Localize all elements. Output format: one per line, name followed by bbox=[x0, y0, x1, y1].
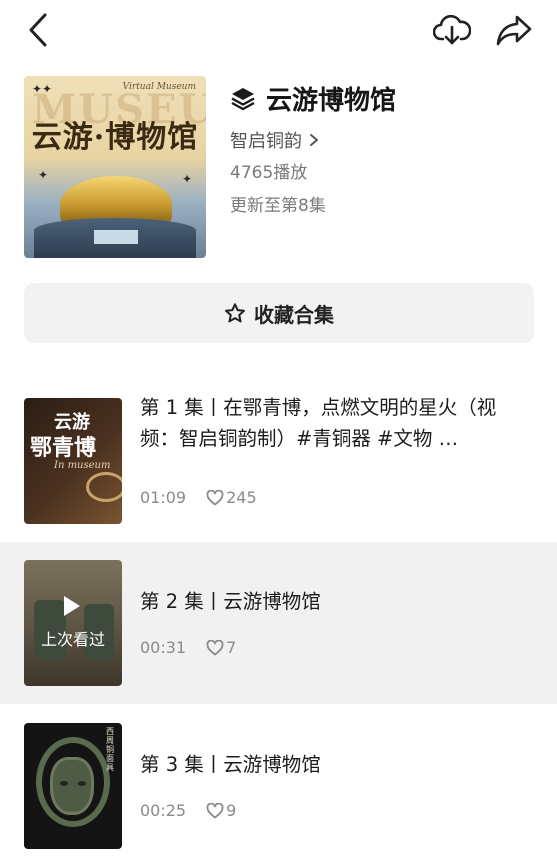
sparkle-icon: ✦ bbox=[38, 168, 49, 182]
heart-outline-icon bbox=[206, 639, 224, 655]
author-name: 智启铜韵 bbox=[230, 131, 302, 152]
episode-stats: 01:09 245 bbox=[140, 488, 257, 507]
episode-likes: 9 bbox=[226, 801, 237, 820]
episode-thumbnail: 西周铜面具 bbox=[24, 723, 122, 849]
museum-window-image bbox=[94, 230, 138, 244]
mask-eye bbox=[60, 781, 68, 786]
heart-outline-icon bbox=[206, 802, 224, 818]
episode-likes: 245 bbox=[226, 488, 257, 507]
episode-duration: 00:25 bbox=[140, 801, 187, 820]
cover-title: 云游·博物馆 bbox=[31, 120, 199, 155]
sparkle-icon: ✦✦ bbox=[32, 82, 53, 96]
collection-meta: 云游博物馆 智启铜韵 4765播放 更新至第8集 bbox=[230, 76, 530, 220]
chevron-left-icon bbox=[29, 13, 47, 47]
museum-dome-image bbox=[60, 176, 172, 224]
thumbnail-text: In museum bbox=[54, 460, 111, 471]
share-arrow-icon bbox=[496, 15, 532, 46]
last-watched-label: 上次看过 bbox=[40, 630, 105, 649]
bronze-artifact-image bbox=[86, 472, 122, 502]
download-button[interactable] bbox=[432, 10, 472, 50]
star-outline-icon bbox=[225, 303, 245, 323]
cover-subtitle: Virtual Museum bbox=[122, 82, 196, 92]
episode-thumbnail: 云游 鄂青博 In museum bbox=[24, 398, 122, 524]
back-button[interactable] bbox=[20, 10, 56, 50]
mask-eye bbox=[78, 781, 86, 786]
episode-thumbnail: 上次看过 bbox=[24, 560, 122, 686]
sparkle-icon: ✦ bbox=[182, 172, 193, 186]
collection-title: 云游博物馆 bbox=[266, 85, 397, 116]
episode-item[interactable]: 西周铜面具 第 3 集丨云游博物馆 00:25 9 bbox=[0, 705, 557, 867]
thumbnail-seal-text: 西周铜面具 bbox=[106, 727, 114, 772]
collect-button-label: 收藏合集 bbox=[254, 302, 334, 327]
thumbnail-text: 鄂青博 bbox=[30, 436, 97, 461]
collection-title-row: 云游博物馆 bbox=[230, 76, 530, 120]
share-button[interactable] bbox=[494, 10, 534, 50]
author-link[interactable]: 智启铜韵 bbox=[230, 126, 530, 154]
bronze-mask-image bbox=[50, 757, 94, 815]
top-bar bbox=[0, 0, 557, 60]
heart-outline-icon bbox=[206, 489, 224, 505]
episode-title: 第 2 集丨云游博物馆 bbox=[140, 590, 321, 613]
episode-stats: 00:31 7 bbox=[140, 638, 236, 657]
play-count: 4765播放 bbox=[230, 163, 308, 183]
episode-item[interactable]: 云游 鄂青博 In museum 第 1 集丨在鄂青博，点燃文明的星火（视频：智… bbox=[0, 380, 557, 542]
collect-collection-button[interactable]: 收藏合集 bbox=[24, 283, 534, 343]
collection-cover[interactable]: MUSEUM Virtual Museum 云游·博物馆 ✦✦ ✦ ✦ bbox=[24, 76, 206, 258]
layers-icon bbox=[231, 88, 255, 111]
update-status: 更新至第8集 bbox=[230, 196, 326, 216]
episode-duration: 00:31 bbox=[140, 638, 187, 657]
play-icon bbox=[64, 596, 80, 616]
collection-header: MUSEUM Virtual Museum 云游·博物馆 ✦✦ ✦ ✦ 云游博物… bbox=[24, 76, 534, 260]
episode-likes: 7 bbox=[226, 638, 237, 657]
cloud-download-icon bbox=[433, 14, 471, 45]
chevron-right-icon bbox=[310, 134, 318, 146]
episode-stats: 00:25 9 bbox=[140, 801, 236, 820]
episode-title: 第 3 集丨云游博物馆 bbox=[140, 753, 321, 776]
episode-title: 第 1 集丨在鄂青博，点燃文明的星火（视频：智启铜韵制）#青铜器 #文物 … bbox=[140, 396, 497, 450]
episode-item[interactable]: 上次看过 第 2 集丨云游博物馆 00:31 7 bbox=[0, 542, 557, 704]
episode-duration: 01:09 bbox=[140, 488, 187, 507]
